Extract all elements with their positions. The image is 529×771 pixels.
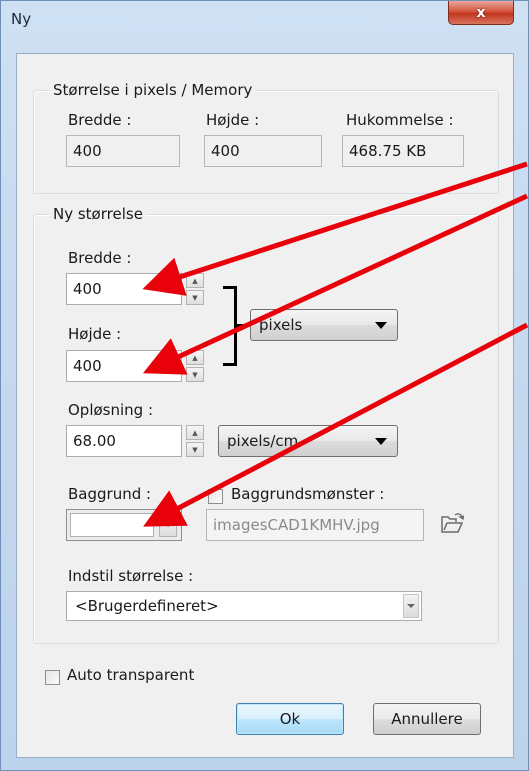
- background-color-picker[interactable]: [66, 509, 182, 541]
- resolution-label: Opløsning :: [68, 401, 154, 419]
- spin-up-icon[interactable]: ▲: [186, 273, 204, 288]
- size-unit-value: pixels: [259, 316, 303, 334]
- ok-button[interactable]: Ok: [236, 703, 344, 735]
- memory-height-label: Højde :: [206, 111, 260, 129]
- resolution-input[interactable]: 68.00: [66, 425, 182, 457]
- resolution-unit-select[interactable]: pixels/cm: [218, 425, 398, 457]
- memory-group: Størrelse i pixels / Memory Bredde : 400…: [33, 81, 499, 194]
- memory-width-label: Bredde :: [68, 111, 132, 129]
- new-width-input[interactable]: 400: [66, 273, 182, 305]
- cancel-button[interactable]: Annullere: [373, 703, 481, 735]
- close-button[interactable]: x: [448, 1, 514, 25]
- new-width-spinner[interactable]: ▲ ▼: [186, 273, 204, 305]
- spin-down-icon[interactable]: ▼: [186, 442, 204, 457]
- link-bracket: [223, 286, 237, 366]
- new-height-label: Højde :: [68, 325, 122, 343]
- close-icon: x: [476, 4, 486, 21]
- link-bracket-tick: [237, 324, 247, 327]
- resolution-spinner[interactable]: ▲ ▼: [186, 425, 204, 457]
- auto-transparent-checkbox[interactable]: [45, 670, 60, 685]
- spin-up-icon[interactable]: ▲: [186, 425, 204, 440]
- spin-down-icon[interactable]: ▼: [186, 367, 204, 382]
- dialog-window: Ny x Størrelse i pixels / Memory Bredde …: [0, 0, 529, 771]
- chevron-down-icon: [375, 322, 387, 329]
- new-size-group-title: Ny størrelse: [50, 205, 146, 223]
- dialog-client-area: Størrelse i pixels / Memory Bredde : 400…: [16, 53, 514, 758]
- memory-usage-label: Hukommelse :: [346, 111, 454, 129]
- window-title: Ny: [11, 10, 32, 28]
- size-unit-select[interactable]: pixels: [250, 309, 398, 341]
- preset-select[interactable]: <Brugerdefineret>: [66, 591, 422, 621]
- pattern-file-field: imagesCAD1KMHV.jpg: [206, 509, 424, 541]
- new-size-group: Ny størrelse Bredde : 400 ▲ ▼ Højde : 40…: [33, 205, 499, 644]
- new-height-input[interactable]: 400: [66, 350, 182, 382]
- new-width-label: Bredde :: [68, 249, 132, 267]
- new-height-spinner[interactable]: ▲ ▼: [186, 350, 204, 382]
- spin-up-icon[interactable]: ▲: [186, 350, 204, 365]
- memory-group-title: Størrelse i pixels / Memory: [50, 81, 256, 99]
- chevron-down-icon[interactable]: [403, 594, 419, 618]
- folder-open-icon[interactable]: [440, 513, 466, 539]
- chevron-down-icon: [375, 438, 387, 445]
- preset-label: Indstil størrelse :: [68, 567, 194, 585]
- pattern-label: Baggrundsmønster :: [231, 485, 385, 503]
- memory-width-value: 400: [66, 135, 180, 167]
- background-color-swatch: [70, 513, 154, 537]
- resolution-unit-value: pixels/cm: [227, 432, 299, 450]
- pattern-checkbox[interactable]: [208, 489, 223, 504]
- background-label: Baggrund :: [68, 485, 152, 503]
- preset-value: <Brugerdefineret>: [75, 597, 219, 615]
- chevron-down-icon[interactable]: [159, 513, 177, 537]
- memory-height-value: 400: [204, 135, 322, 167]
- spin-down-icon[interactable]: ▼: [186, 290, 204, 305]
- auto-transparent-label: Auto transparent: [67, 666, 195, 684]
- memory-usage-value: 468.75 KB: [342, 135, 464, 167]
